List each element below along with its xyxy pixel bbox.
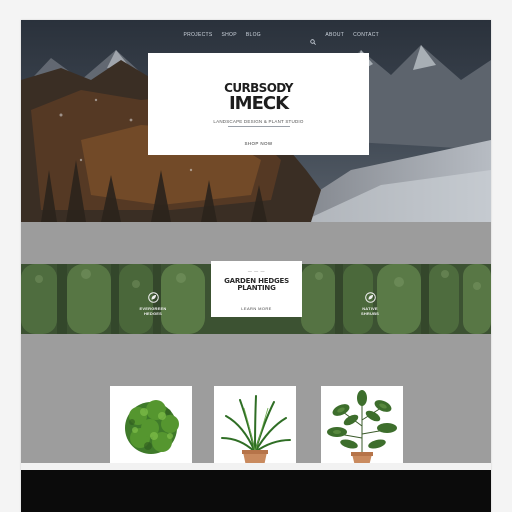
nav-right: ABOUT CONTACT (310, 32, 379, 45)
badge-native[interactable]: NATIVE SHRUBS (355, 290, 385, 316)
footer (21, 470, 491, 512)
leaf-icon (364, 290, 376, 303)
footer-divider (21, 463, 491, 470)
badge-label: EVERGREEN HEDGES (139, 306, 167, 316)
feature-heading: GARDEN HEDGES PLANTING (224, 277, 289, 292)
nav-link-projects[interactable]: PROJECTS (183, 32, 212, 38)
nav-link-shop[interactable]: SHOP (222, 32, 237, 38)
hero-tagline: LANDSCAPE DESIGN & PLANT STUDIO (213, 119, 304, 124)
divider (228, 126, 290, 127)
product-grid: Curly Parsley $12.00 (21, 334, 491, 502)
nav-link-contact[interactable]: CONTACT (353, 32, 379, 38)
nav-link-blog[interactable]: BLOG (246, 32, 261, 38)
leaf-icon (147, 290, 159, 303)
search-icon[interactable] (310, 32, 317, 45)
hero-section: PROJECTS SHOP BLOG ABOUT CONTACT CURBSOD… (21, 20, 491, 222)
hero-title: CURBSODY IMECK (148, 81, 369, 114)
badge-label: NATIVE SHRUBS (360, 306, 380, 316)
hero-title-line2: IMECK (228, 93, 289, 114)
nav-left: PROJECTS SHOP BLOG (183, 32, 261, 38)
nav-link-about[interactable]: ABOUT (325, 32, 344, 38)
badge-evergreen[interactable]: EVERGREEN HEDGES (138, 290, 168, 316)
feature-learn-more-link[interactable]: LEARN MORE (211, 306, 302, 311)
hero-cta-link[interactable]: SHOP NOW (148, 141, 369, 146)
hero-card: CURBSODY IMECK LANDSCAPE DESIGN & PLANT … (148, 53, 369, 155)
feature-eyebrow: — — — (247, 268, 266, 273)
page: PROJECTS SHOP BLOG ABOUT CONTACT CURBSOD… (21, 20, 491, 512)
feature-card: — — — GARDEN HEDGES PLANTING LEARN MORE (211, 261, 302, 317)
